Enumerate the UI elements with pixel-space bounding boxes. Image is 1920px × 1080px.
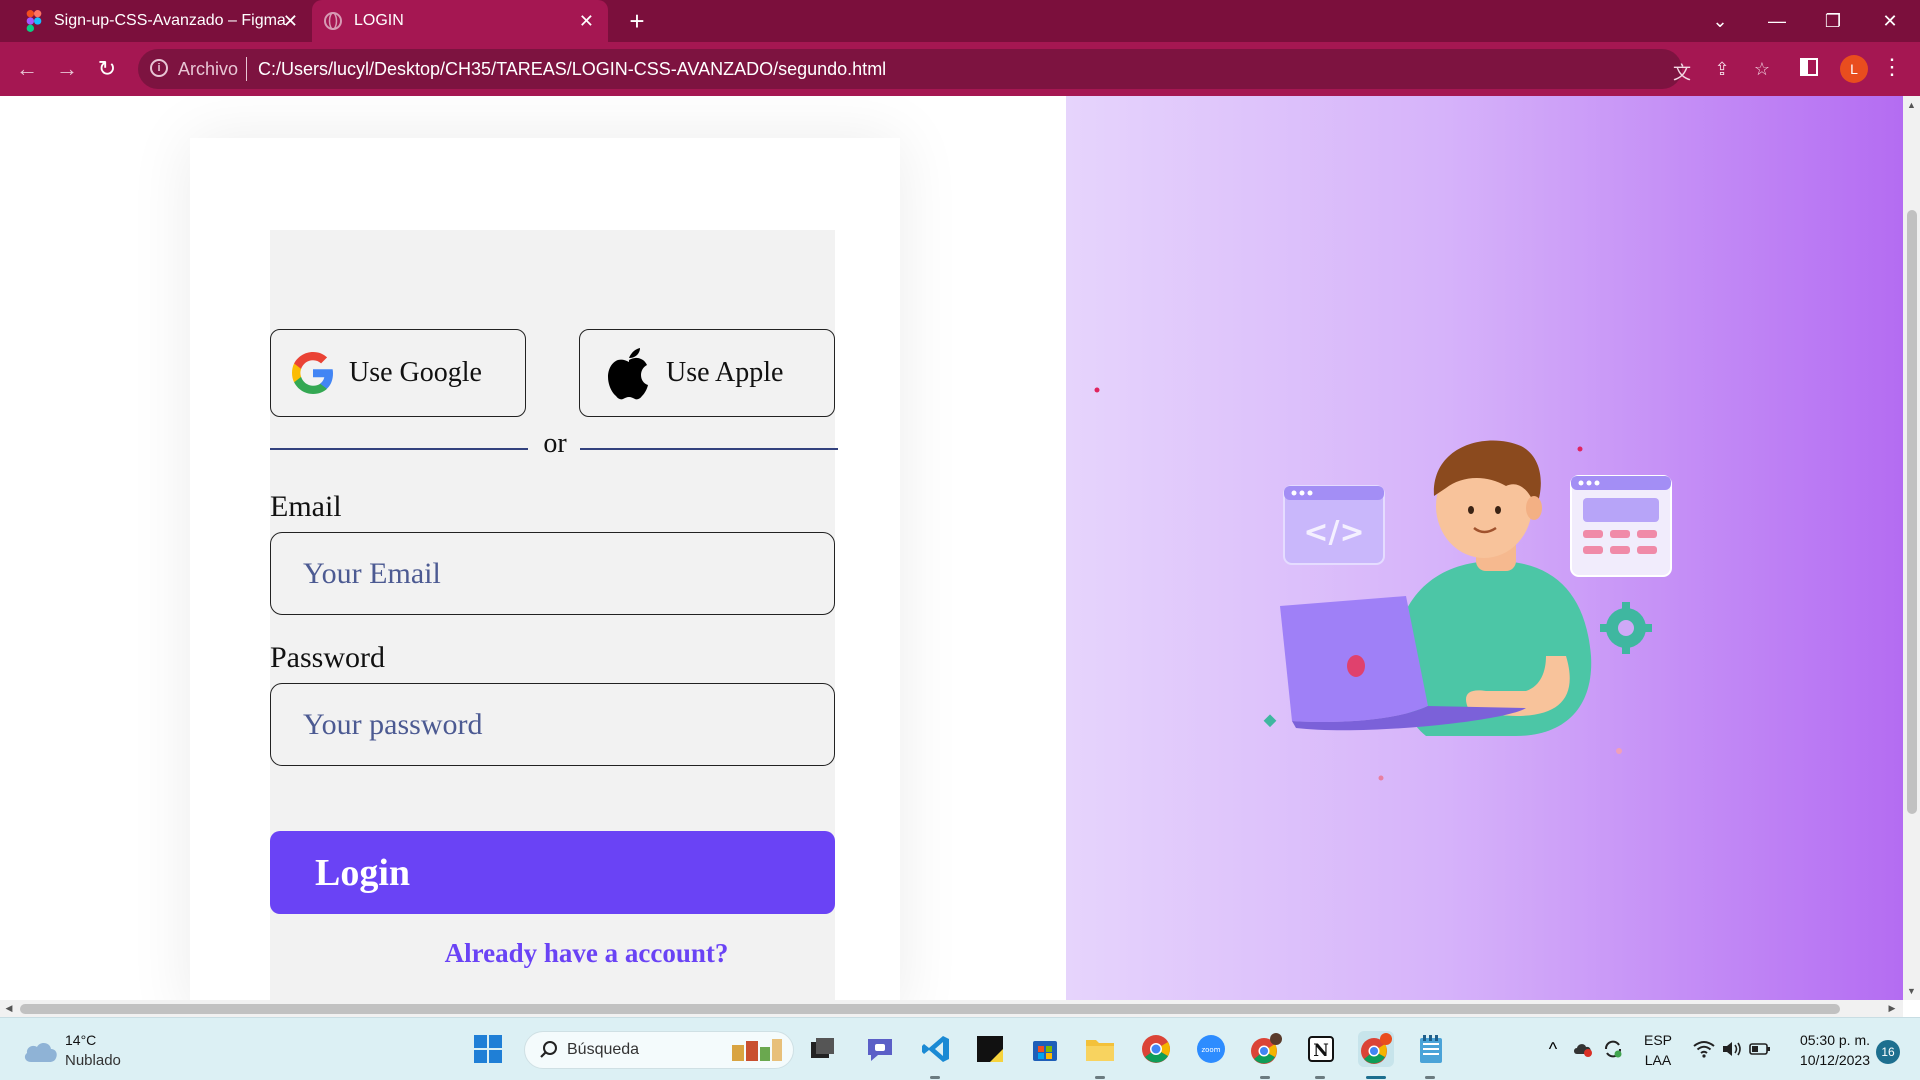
apple-icon <box>608 348 648 400</box>
tab-strip: Sign-up-CSS-Avanzado – Figma ✕ LOGIN ✕ +… <box>0 0 1920 42</box>
page-viewport: Use Google Use Apple or Email Password L… <box>0 96 1903 1000</box>
running-indicator <box>1260 1076 1270 1079</box>
tab-search-icon[interactable]: ⌄ <box>1700 6 1740 36</box>
google-button-label: Use Google <box>349 357 482 388</box>
running-indicator <box>1315 1076 1325 1079</box>
password-label: Password <box>270 641 386 674</box>
keyboard-layout[interactable]: LAA <box>1640 1052 1676 1068</box>
show-hidden-icons-icon[interactable]: ^ <box>1538 1031 1568 1067</box>
login-button[interactable]: Login <box>270 831 835 914</box>
profile-avatar[interactable]: L <box>1840 55 1868 83</box>
scroll-down-icon[interactable]: ▼ <box>1903 984 1920 998</box>
onedrive-error-icon[interactable] <box>1568 1031 1598 1067</box>
cloud-weather-icon[interactable] <box>22 1038 58 1064</box>
zoom-icon[interactable]: zoom <box>1193 1031 1229 1067</box>
svg-text:zoom: zoom <box>1201 1046 1220 1054</box>
vscode-icon[interactable] <box>918 1031 954 1067</box>
restore-button[interactable]: ❐ <box>1813 6 1853 36</box>
figma-icon <box>26 10 42 32</box>
menu-icon[interactable]: ⋮ <box>1880 52 1904 82</box>
tab-figma[interactable]: Sign-up-CSS-Avanzado – Figma ✕ <box>14 0 312 42</box>
info-icon[interactable]: i <box>150 59 168 77</box>
svg-text:</>: </> <box>1303 515 1364 550</box>
clock-time: 05:30 p. m. <box>1799 1032 1870 1048</box>
teams-chat-icon[interactable] <box>862 1031 898 1067</box>
clock-date: 10/12/2023 <box>1799 1052 1870 1068</box>
notepad-icon[interactable] <box>1413 1031 1449 1067</box>
tab-title: Sign-up-CSS-Avanzado – Figma <box>54 12 286 29</box>
minimize-button[interactable]: — <box>1757 6 1797 36</box>
scroll-up-icon[interactable]: ▲ <box>1903 98 1920 112</box>
scroll-left-icon[interactable]: ◀ <box>2 1000 16 1017</box>
search-placeholder: Búsqueda <box>567 1041 640 1058</box>
globe-icon <box>324 12 342 30</box>
new-tab-button[interactable]: + <box>622 6 652 36</box>
back-button[interactable]: ← <box>12 54 42 84</box>
illustration-panel: </> <box>1066 96 1903 1000</box>
developer-illustration: </> <box>1094 387 1672 781</box>
email-field[interactable] <box>270 532 835 615</box>
password-field[interactable] <box>270 683 835 766</box>
task-view-icon[interactable] <box>805 1031 841 1067</box>
share-icon[interactable]: ⇪ <box>1710 59 1734 81</box>
svg-text:N: N <box>1313 1041 1329 1061</box>
sync-icon[interactable] <box>1598 1031 1628 1067</box>
close-window-button[interactable]: ✕ <box>1870 6 1910 36</box>
file-explorer-icon[interactable] <box>1082 1031 1118 1067</box>
windows-start-icon[interactable] <box>470 1031 506 1067</box>
chrome-icon[interactable] <box>1138 1031 1174 1067</box>
apple-signin-button[interactable]: Use Apple <box>579 329 835 417</box>
notion-icon[interactable]: N <box>1303 1031 1339 1067</box>
url-text[interactable]: C:/Users/lucyl/Desktop/CH35/TAREAS/LOGIN… <box>258 59 886 80</box>
running-indicator <box>1425 1076 1435 1079</box>
wifi-icon[interactable] <box>1690 1031 1718 1067</box>
horizontal-scroll-thumb[interactable] <box>20 1004 1840 1014</box>
email-label: Email <box>270 490 342 523</box>
tab-title: LOGIN <box>354 12 404 29</box>
chrome-profile-icon[interactable] <box>1248 1031 1284 1067</box>
clock[interactable]: 05:30 p. m. 10/12/2023 <box>1790 1032 1870 1068</box>
close-tab-icon[interactable]: ✕ <box>283 11 298 32</box>
volume-icon[interactable] <box>1718 1031 1746 1067</box>
running-indicator <box>930 1076 940 1079</box>
bookmark-star-icon[interactable]: ☆ <box>1750 59 1774 81</box>
weather-temperature[interactable]: 14°C <box>65 1032 96 1048</box>
reload-button[interactable]: ↻ <box>92 54 122 84</box>
chrome-active-icon[interactable] <box>1358 1031 1394 1067</box>
notification-badge[interactable]: 16 <box>1876 1040 1900 1064</box>
already-have-account-link[interactable]: Already have a account? <box>270 938 903 969</box>
search-highlight-icon <box>732 1039 782 1061</box>
microsoft-store-icon[interactable] <box>1027 1031 1063 1067</box>
apple-button-label: Use Apple <box>666 357 784 388</box>
toolbar: ← → ↻ i Archivo C:/Users/lucyl/Desktop/C… <box>0 42 1920 96</box>
battery-icon[interactable] <box>1746 1031 1774 1067</box>
tab-login[interactable]: LOGIN ✕ <box>312 0 608 42</box>
divider-line-right <box>580 448 838 450</box>
google-icon <box>292 352 333 394</box>
translate-icon[interactable]: 文 <box>1670 59 1694 83</box>
divider-text: or <box>543 428 567 459</box>
taskbar-search[interactable]: Búsqueda <box>524 1031 794 1069</box>
vertical-scroll-thumb[interactable] <box>1907 210 1917 814</box>
windows-taskbar: 14°C Nublado Búsqueda zoom N ^ ESP LAA 0… <box>0 1017 1920 1080</box>
sticky-notes-icon[interactable] <box>972 1031 1008 1067</box>
side-panel-icon[interactable] <box>1800 58 1818 76</box>
close-tab-icon[interactable]: ✕ <box>579 11 594 32</box>
search-icon <box>540 1041 557 1058</box>
running-indicator <box>1366 1076 1386 1079</box>
running-indicator <box>1095 1076 1105 1079</box>
separator <box>246 57 247 81</box>
scheme-label: Archivo <box>178 59 239 79</box>
vertical-scrollbar[interactable]: ▲ ▼ <box>1903 96 1920 1000</box>
horizontal-scrollbar[interactable]: ◀ ▶ <box>0 1000 1903 1017</box>
scroll-right-icon[interactable]: ▶ <box>1885 1000 1899 1017</box>
divider-line-left <box>270 448 528 450</box>
weather-description[interactable]: Nublado <box>65 1052 121 1069</box>
forward-button[interactable]: → <box>52 54 82 84</box>
google-signin-button[interactable]: Use Google <box>270 329 526 417</box>
language-code[interactable]: ESP <box>1640 1032 1676 1048</box>
address-bar[interactable]: i Archivo C:/Users/lucyl/Desktop/CH35/TA… <box>138 49 1770 89</box>
